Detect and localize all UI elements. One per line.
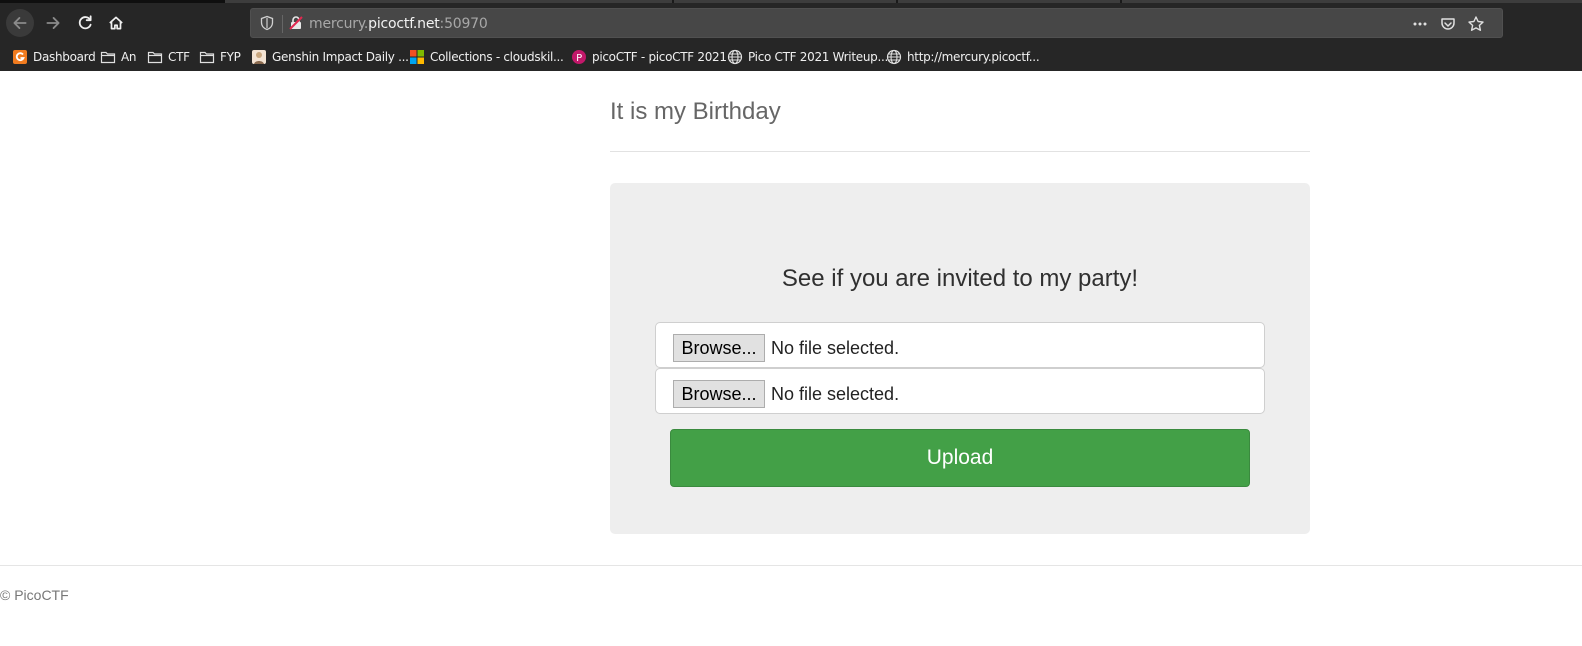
- tab[interactable]: [674, 0, 896, 3]
- upload-button[interactable]: Upload: [670, 429, 1250, 487]
- tracking-protection-shield-icon[interactable]: [259, 15, 275, 31]
- url-subdomain: mercury.: [309, 16, 369, 32]
- url-text[interactable]: mercury.picoctf.net:50970: [309, 16, 488, 32]
- bookmark-folder-an[interactable]: An: [100, 48, 137, 66]
- page-title: It is my Birthday: [610, 98, 781, 125]
- bookmark-star-icon[interactable]: [1467, 15, 1485, 33]
- folder-icon: [199, 51, 215, 64]
- page-actions-menu-icon[interactable]: [1411, 15, 1429, 33]
- address-bar[interactable]: mercury.picoctf.net:50970: [250, 8, 1503, 38]
- url-host: picoctf.net: [368, 16, 440, 32]
- forward-button[interactable]: [39, 9, 67, 37]
- microsoft-icon: [410, 50, 424, 64]
- orange-app-icon: [13, 50, 27, 64]
- bookmark-folder-fyp[interactable]: FYP: [199, 48, 241, 66]
- back-arrow-icon: [13, 17, 27, 29]
- bookmark-label: picoCTF - picoCTF 2021: [592, 50, 727, 64]
- tab-active[interactable]: [0, 0, 225, 3]
- bookmark-label: Pico CTF 2021 Writeup...: [748, 50, 888, 64]
- home-icon: [109, 16, 123, 30]
- home-button[interactable]: [102, 9, 130, 37]
- tab[interactable]: [225, 0, 672, 3]
- svg-text:P: P: [576, 53, 582, 64]
- bookmark-mercury[interactable]: http://mercury.picoctf...: [886, 48, 1040, 66]
- bookmark-label: An: [121, 50, 137, 64]
- tab[interactable]: [898, 0, 1120, 3]
- title-divider: [610, 151, 1310, 152]
- file-status-text: No file selected.: [771, 384, 900, 404]
- bookmark-collections[interactable]: Collections - cloudskil...: [409, 48, 564, 66]
- file-input-2[interactable]: Browse... No file selected.: [655, 368, 1265, 414]
- reload-button[interactable]: [71, 9, 99, 37]
- genshin-favicon: [252, 50, 266, 64]
- upload-panel: See if you are invited to my party! Brow…: [610, 183, 1310, 534]
- bookmark-label: Dashboard: [33, 50, 96, 64]
- back-button[interactable]: [6, 9, 34, 37]
- file-status-text: No file selected.: [771, 338, 900, 358]
- file-input-1[interactable]: Browse... No file selected.: [655, 322, 1265, 368]
- browse-button[interactable]: Browse...: [673, 380, 765, 408]
- browse-button[interactable]: Browse...: [673, 334, 765, 362]
- footer-divider: [0, 565, 1582, 566]
- bookmark-label: CTF: [168, 50, 190, 64]
- urlbar-separator: [282, 15, 283, 33]
- folder-icon: [147, 51, 163, 64]
- bookmark-label: Genshin Impact Daily ...: [272, 50, 409, 64]
- bookmark-label: FYP: [220, 50, 241, 64]
- bookmarks-toolbar: Dashboard An CTF FYP Genshin Impact Dail…: [0, 45, 1582, 69]
- panel-heading: See if you are invited to my party!: [781, 265, 1139, 292]
- bookmark-genshin[interactable]: Genshin Impact Daily ...: [251, 48, 409, 66]
- insecure-lock-icon[interactable]: [288, 15, 304, 31]
- folder-icon: [100, 51, 116, 64]
- picoctf-favicon: P: [572, 50, 586, 64]
- forward-arrow-icon: [46, 17, 60, 29]
- footer-copyright: © PicoCTF: [0, 587, 69, 603]
- bookmark-dashboard[interactable]: Dashboard: [12, 48, 96, 66]
- reload-icon: [78, 15, 92, 30]
- tab[interactable]: [1122, 0, 1582, 3]
- browser-toolbar: mercury.picoctf.net:50970 Dashboard An C…: [0, 0, 1582, 71]
- pocket-icon[interactable]: [1439, 15, 1457, 33]
- globe-icon: [727, 49, 743, 65]
- bookmark-label: http://mercury.picoctf...: [907, 50, 1040, 64]
- bookmark-label: Collections - cloudskil...: [430, 50, 564, 64]
- globe-icon: [886, 49, 902, 65]
- bookmark-picoctf[interactable]: P picoCTF - picoCTF 2021: [571, 48, 727, 66]
- bookmark-writeup[interactable]: Pico CTF 2021 Writeup...: [727, 48, 888, 66]
- bookmark-folder-ctf[interactable]: CTF: [147, 48, 190, 66]
- url-port: :50970: [439, 16, 488, 32]
